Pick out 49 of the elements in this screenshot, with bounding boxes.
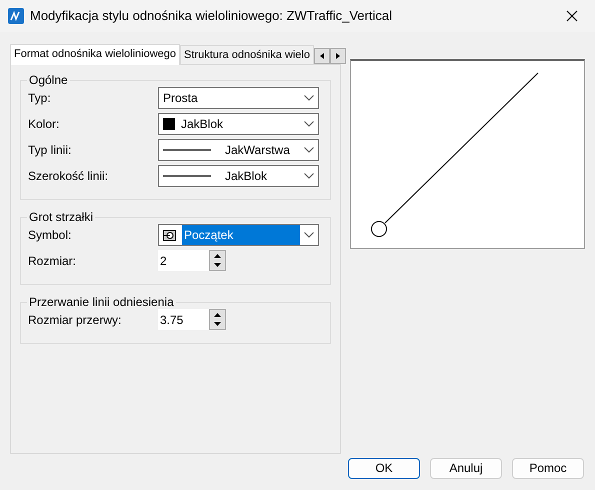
- chevron-down-icon: [304, 232, 314, 238]
- scroll-right-button[interactable]: [330, 48, 346, 64]
- dropdown[interactable]: Prosta: [158, 87, 319, 109]
- window-title: Modyfikacja stylu odnośnika wieloliniowego: ZWTraffic_Vertical: [30, 7, 393, 26]
- down-arrow-icon: [214, 263, 221, 268]
- tab[interactable]: Format odnośnika wieloliniowego: [10, 44, 180, 65]
- left-arrow-icon: [319, 52, 325, 60]
- group-title: Przerwanie linii odniesienia: [28, 295, 175, 309]
- chevron-down-icon: [304, 147, 314, 153]
- dropdown[interactable]: Początek: [158, 224, 319, 246]
- field-label: Rozmiar:: [28, 253, 78, 270]
- tab[interactable]: Struktura odnośnika wielo: [180, 45, 314, 64]
- dropdown-value: JakBlok: [181, 116, 224, 133]
- up-arrow-icon: [214, 254, 221, 258]
- dialog-button[interactable]: Pomoc: [512, 458, 584, 478]
- field-label: Rozmiar przerwy:: [28, 312, 122, 329]
- field-label: Kolor:: [28, 116, 60, 133]
- group-title: Grot strzałki: [28, 210, 94, 224]
- arrowhead-symbol-icon: [163, 230, 176, 240]
- spin-buttons[interactable]: [209, 309, 226, 330]
- chevron-down-icon: [304, 173, 314, 179]
- dropdown[interactable]: JakBlok: [158, 113, 319, 135]
- dialog-button[interactable]: OK: [348, 458, 420, 478]
- up-arrow-icon: [214, 312, 221, 317]
- field-label: Szerokość linii:: [28, 168, 110, 185]
- group-title: Ogólne: [28, 73, 69, 87]
- chevron-down-icon: [304, 121, 314, 127]
- down-arrow-icon: [214, 322, 221, 326]
- number-field[interactable]: 3.75: [158, 309, 209, 330]
- field-label: Symbol:: [28, 227, 72, 244]
- field-label: Typ:: [28, 90, 52, 107]
- dropdown-value: JakWarstwa: [225, 142, 290, 159]
- number-field[interactable]: 2: [158, 250, 209, 271]
- line-sample-icon: [163, 174, 211, 178]
- field-label: Typ linii:: [28, 142, 72, 159]
- dropdown-value: Początek: [182, 225, 300, 245]
- dropdown[interactable]: JakBlok: [158, 165, 319, 187]
- dropdown-value: Prosta: [163, 90, 198, 107]
- spin-buttons[interactable]: [209, 250, 226, 271]
- dropdown-value: JakBlok: [225, 168, 268, 185]
- app-icon: [8, 8, 24, 24]
- scroll-left-button[interactable]: [314, 48, 330, 64]
- close-icon: [566, 10, 578, 22]
- line-sample-icon: [163, 148, 211, 152]
- right-arrow-icon: [335, 52, 341, 60]
- color-swatch-icon: [163, 118, 175, 130]
- chevron-down-icon: [304, 95, 314, 101]
- dropdown[interactable]: JakWarstwa: [158, 139, 319, 161]
- dialog-button[interactable]: Anuluj: [430, 458, 502, 478]
